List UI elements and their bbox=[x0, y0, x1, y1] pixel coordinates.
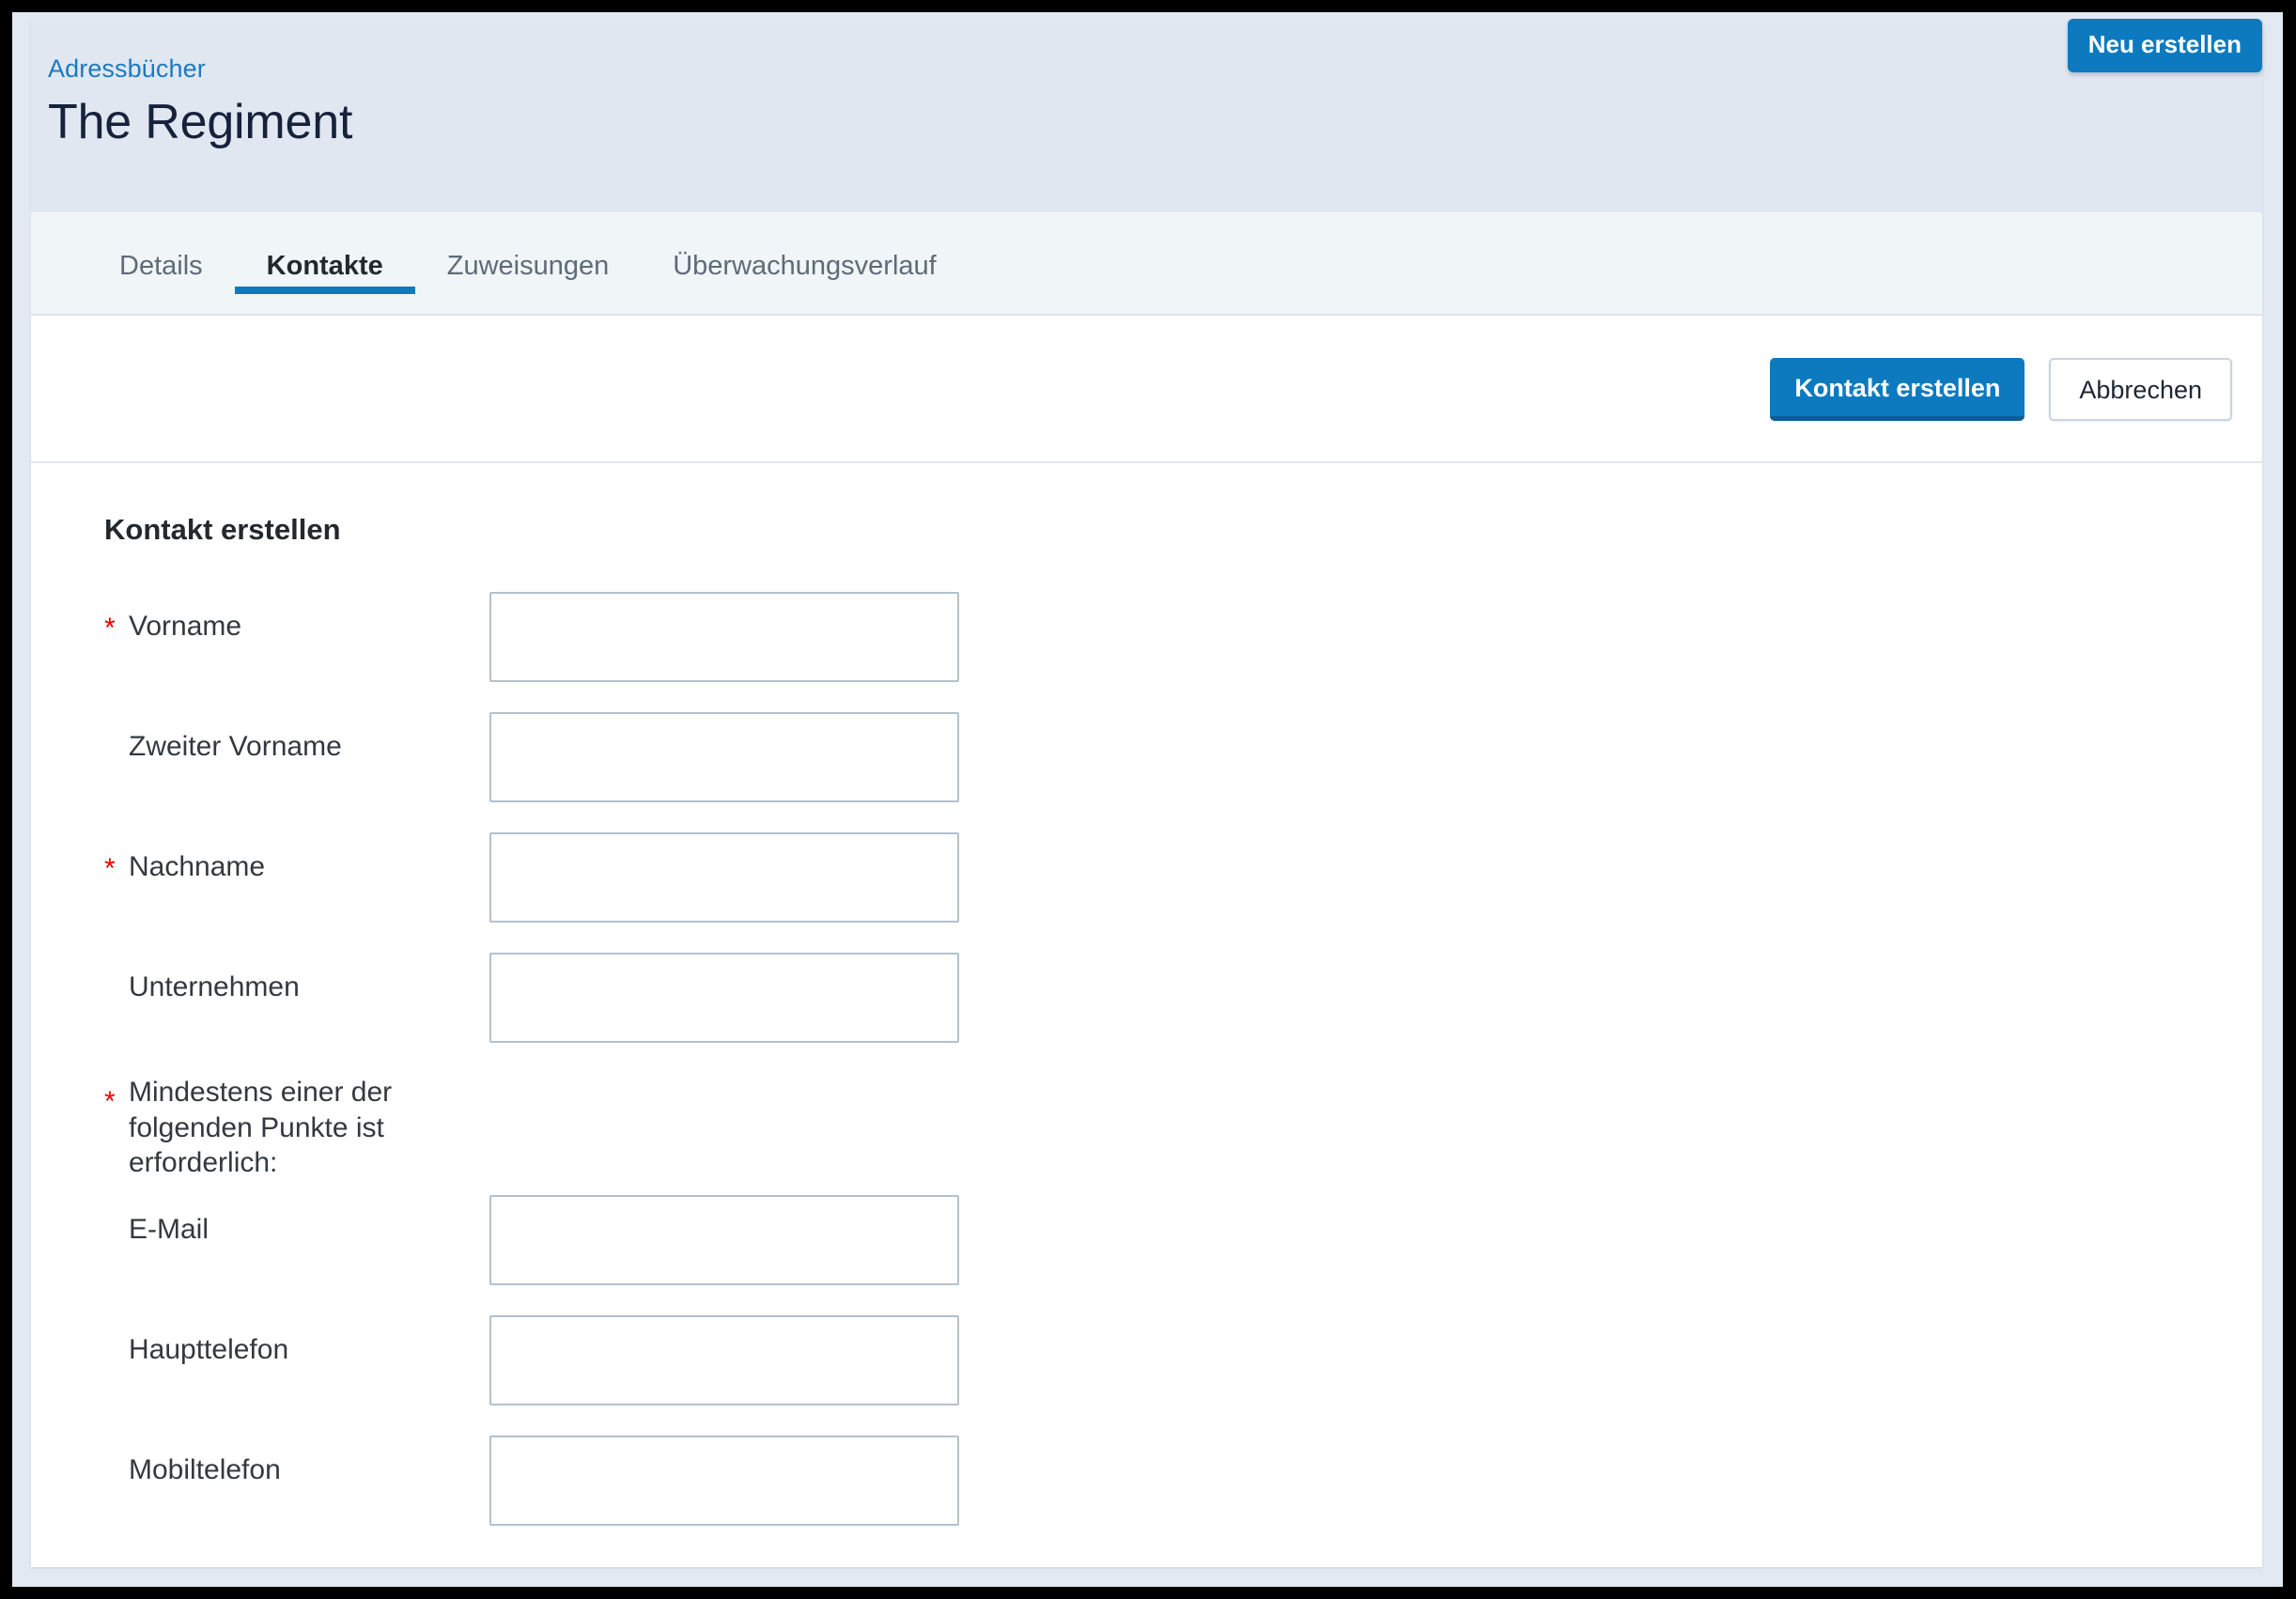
cancel-button[interactable]: Abbrechen bbox=[2049, 357, 2232, 422]
zweiter-vorname-input[interactable] bbox=[489, 712, 959, 803]
required-asterisk-icon: * bbox=[104, 853, 116, 885]
field-label-cell-vorname: * Vorname bbox=[104, 592, 489, 644]
create-contact-form: Kontakt erstellen * Vorname * Zweiter Vo… bbox=[31, 465, 2262, 1567]
vorname-input[interactable] bbox=[489, 592, 959, 683]
mobiltelefon-input[interactable] bbox=[489, 1436, 959, 1527]
field-label-cell-email: * E-Mail bbox=[104, 1195, 489, 1248]
field-row-vorname: * Vorname bbox=[104, 592, 2262, 712]
field-label-cell-haupttelefon: * Haupttelefon bbox=[104, 1315, 489, 1368]
screenshot-viewport: Neu erstellen Adressbücher The Regiment … bbox=[0, 0, 2296, 1599]
field-label-cell-at-least-one-note: * Mindestens einer der folgenden Punkte … bbox=[104, 1073, 489, 1181]
at-least-one-required-note: Mindestens einer der folgenden Punkte is… bbox=[129, 1077, 393, 1179]
field-label-cell-unternehmen: * Unternehmen bbox=[104, 953, 489, 1005]
page-header: Adressbücher The Regiment bbox=[31, 20, 2262, 212]
content-card: Adressbücher The Regiment Details Kontak… bbox=[31, 20, 2262, 1567]
tab-details[interactable]: Details bbox=[87, 212, 235, 283]
tab-details-label: Details bbox=[119, 251, 203, 281]
nachname-input[interactable] bbox=[489, 832, 959, 924]
unternehmen-input[interactable] bbox=[489, 953, 959, 1044]
tab-zuweisungen[interactable]: Zuweisungen bbox=[415, 212, 642, 283]
required-asterisk-icon: * bbox=[104, 1086, 116, 1118]
page-title: The Regiment bbox=[48, 95, 353, 150]
field-label-cell-nachname: * Nachname bbox=[104, 832, 489, 885]
field-label-vorname: Vorname bbox=[129, 611, 242, 643]
field-row-at-least-one-note: * Mindestens einer der folgenden Punkte … bbox=[104, 1073, 2262, 1195]
tab-kontakte[interactable]: Kontakte bbox=[234, 212, 415, 294]
field-label-email: E-Mail bbox=[129, 1214, 209, 1246]
field-label-cell-mobiltelefon: * Mobiltelefon bbox=[104, 1436, 489, 1488]
field-label-cell-zweiter-vorname: * Zweiter Vorname bbox=[104, 712, 489, 765]
field-row-zweiter-vorname: * Zweiter Vorname bbox=[104, 712, 2262, 832]
tab-ueberwachungsverlauf[interactable]: Überwachungsverlauf bbox=[641, 212, 968, 283]
email-input[interactable] bbox=[489, 1195, 959, 1286]
tab-kontakte-label: Kontakte bbox=[266, 251, 383, 281]
tab-ueberwachungsverlauf-label: Überwachungsverlauf bbox=[673, 251, 937, 281]
field-label-zweiter-vorname: Zweiter Vorname bbox=[129, 731, 342, 763]
haupttelefon-input[interactable] bbox=[489, 1315, 959, 1406]
required-asterisk-icon: * bbox=[104, 613, 116, 644]
create-new-button-wrapper: Neu erstellen bbox=[2067, 19, 2262, 73]
field-row-nachname: * Nachname bbox=[104, 832, 2262, 953]
submit-create-contact-button[interactable]: Kontakt erstellen bbox=[1770, 357, 2025, 422]
form-heading: Kontakt erstellen bbox=[104, 513, 341, 546]
field-row-mobiltelefon: * Mobiltelefon bbox=[104, 1436, 2262, 1556]
field-row-unternehmen: * Unternehmen bbox=[104, 953, 2262, 1073]
field-row-email: * E-Mail bbox=[104, 1195, 2262, 1315]
form-action-toolbar: Kontakt erstellen Abbrechen bbox=[31, 318, 2262, 463]
tab-zuweisungen-label: Zuweisungen bbox=[446, 251, 610, 281]
field-row-haupttelefon: * Haupttelefon bbox=[104, 1315, 2262, 1436]
page-background: Neu erstellen Adressbücher The Regiment … bbox=[12, 12, 2283, 1587]
field-label-nachname: Nachname bbox=[129, 851, 266, 883]
field-label-unternehmen: Unternehmen bbox=[129, 971, 300, 1003]
breadcrumb-addressbooks-link[interactable]: Adressbücher bbox=[48, 54, 206, 84]
field-label-mobiltelefon: Mobiltelefon bbox=[129, 1454, 281, 1486]
tab-bar: Details Kontakte Zuweisungen Überwachung… bbox=[31, 212, 2262, 316]
field-label-haupttelefon: Haupttelefon bbox=[129, 1334, 289, 1366]
create-new-button[interactable]: Neu erstellen bbox=[2067, 19, 2262, 73]
